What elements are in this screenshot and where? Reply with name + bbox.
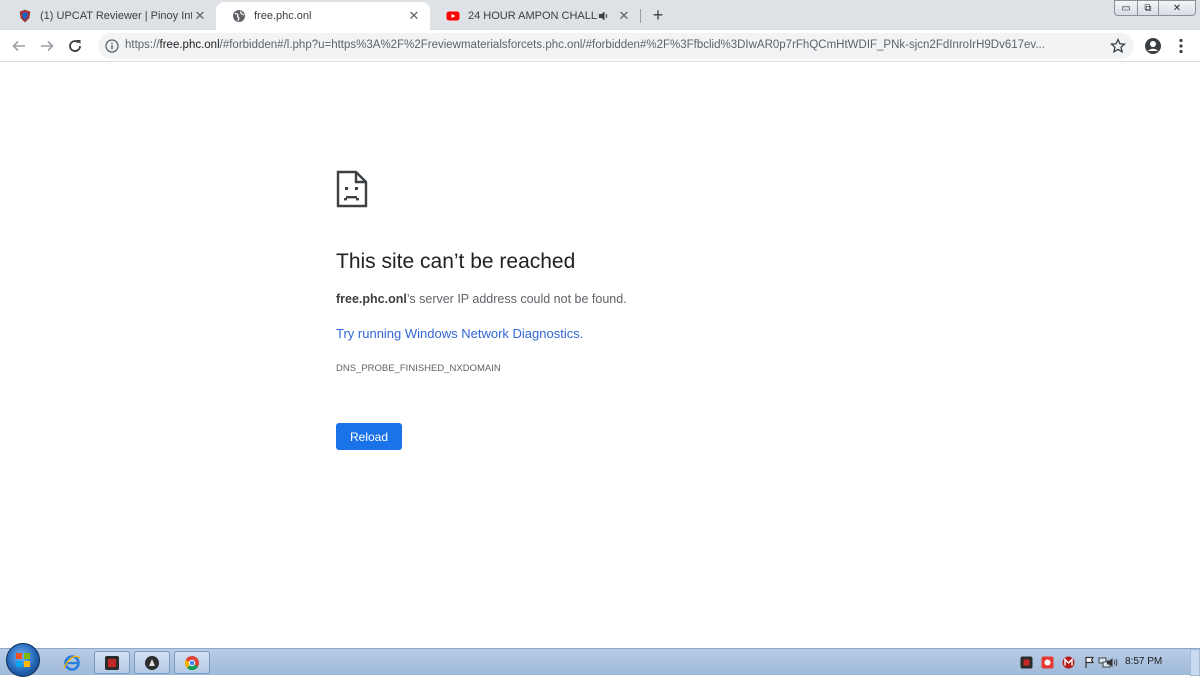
tab-title: (1) UPCAT Reviewer | Pinoy Inter: [40, 10, 192, 22]
globe-favicon-icon: [233, 10, 245, 22]
forward-arrow-icon: [41, 40, 54, 52]
tab-strip: (1) UPCAT Reviewer | Pinoy Inter ✕ free.…: [0, 0, 1200, 30]
error-description-text: ’s server IP address could not be found.: [406, 292, 627, 306]
tray-volume-icon[interactable]: [1106, 656, 1119, 669]
youtube-favicon-icon: [446, 11, 460, 21]
windows-taskbar: 8:57 PM: [0, 643, 1200, 677]
url-scheme: https://: [125, 39, 160, 51]
minimize-button[interactable]: ▭: [1114, 0, 1138, 16]
error-code: DNS_PROBE_FINISHED_NXDOMAIN: [336, 363, 501, 374]
shield-favicon-icon: [19, 9, 31, 23]
close-window-button[interactable]: ✕: [1158, 0, 1196, 16]
profile-avatar-icon[interactable]: [1144, 37, 1162, 55]
system-tray: [1014, 649, 1200, 676]
taskbar-app-button[interactable]: [94, 651, 130, 674]
sad-page-icon: [336, 170, 368, 208]
tab-divider: [640, 9, 641, 23]
close-tab-icon[interactable]: ✕: [192, 8, 208, 24]
taskbar-recorder-button[interactable]: [134, 651, 170, 674]
error-host: free.phc.onl: [336, 292, 407, 306]
back-button[interactable]: [8, 35, 30, 57]
reload-button[interactable]: [64, 35, 86, 57]
reload-icon: [69, 40, 81, 52]
url-host: free.phc.onl: [159, 39, 220, 51]
menu-dots-icon[interactable]: [1178, 38, 1184, 54]
tray-flag-icon[interactable]: [1083, 656, 1096, 669]
info-icon[interactable]: [105, 39, 119, 53]
error-title: This site can’t be reached: [336, 250, 576, 273]
taskbar-chrome-button[interactable]: [174, 651, 210, 674]
new-tab-button[interactable]: +: [648, 5, 668, 25]
tab-title: free.phc.onl: [254, 10, 312, 22]
url-path: /#forbidden#/l.php?u=https%3A%2F%2Frevie…: [219, 39, 1045, 51]
tab-title: 24 HOUR AMPON CHALLEN: [468, 10, 598, 22]
windows-logo-icon: [16, 653, 30, 667]
audio-playing-icon[interactable]: [598, 10, 610, 22]
tab-upcat-reviewer[interactable]: (1) UPCAT Reviewer | Pinoy Inter ✕: [2, 2, 216, 30]
page-content: [0, 63, 1200, 648]
forward-button[interactable]: [36, 35, 58, 57]
show-desktop-button[interactable]: [1190, 649, 1200, 676]
start-button[interactable]: [6, 643, 40, 677]
taskbar-clock[interactable]: 8:57 PM: [1125, 656, 1162, 667]
network-diagnostics-link[interactable]: Try running Windows Network Diagnostics.: [336, 326, 583, 341]
app-window-icon: [105, 655, 119, 670]
chrome-icon: [184, 655, 199, 670]
bookmark-star-icon[interactable]: [1110, 38, 1126, 54]
close-tab-icon[interactable]: ✕: [406, 8, 422, 24]
tray-record-icon[interactable]: [1041, 656, 1054, 669]
restore-button[interactable]: ⧉: [1137, 0, 1159, 16]
tab-free-phc[interactable]: free.phc.onl ✕: [216, 2, 430, 30]
close-tab-icon[interactable]: ✕: [616, 8, 632, 24]
reload-page-button[interactable]: Reload: [336, 423, 402, 450]
tray-app-icon[interactable]: [1020, 656, 1033, 669]
internet-explorer-icon: [63, 654, 81, 671]
error-description: free.phc.onl’s server IP address could n…: [336, 292, 627, 306]
tray-antivirus-icon[interactable]: [1062, 656, 1075, 669]
taskbar-ie-button[interactable]: [54, 651, 90, 674]
tab-youtube-video[interactable]: 24 HOUR AMPON CHALLEN ✕: [430, 2, 640, 30]
browser-toolbar: https://free.phc.onl/#forbidden#/l.php?u…: [0, 30, 1200, 62]
back-arrow-icon: [12, 40, 25, 52]
address-bar[interactable]: https://free.phc.onl/#forbidden#/l.php?u…: [98, 33, 1134, 59]
recorder-app-icon: [145, 655, 159, 670]
url-text: https://free.phc.onl/#forbidden#/l.php?u…: [125, 39, 1105, 51]
